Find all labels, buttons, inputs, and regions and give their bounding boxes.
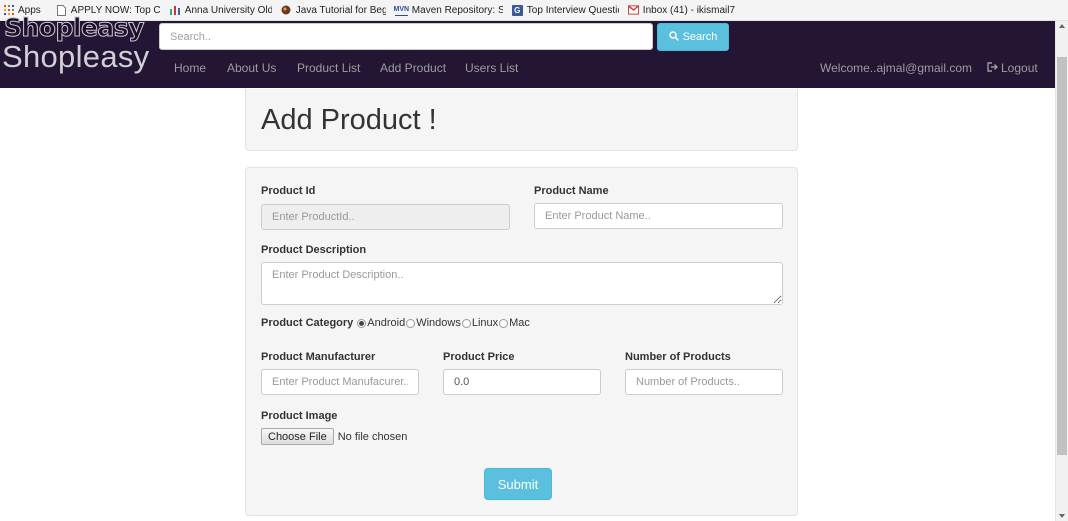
logout-icon (987, 61, 998, 75)
bookmark-anna-university[interactable]: Anna University Old U (167, 0, 278, 20)
radio-android[interactable] (357, 318, 367, 328)
search-button[interactable]: Search (657, 23, 729, 51)
page-title: Add Product ! (261, 104, 437, 136)
coffee-icon (281, 5, 292, 16)
logout-link[interactable]: Logout (987, 61, 1038, 75)
g-icon: G (511, 4, 523, 16)
product-category-group: Product Category Android Windows Linux M… (261, 317, 530, 329)
search-button-label: Search (682, 31, 718, 43)
product-manufacturer-field[interactable] (261, 369, 419, 395)
bars-icon (170, 5, 181, 16)
bookmarks-bar: Apps APPLY NOW: Top Cor Anna University … (0, 0, 1068, 21)
radio-windows[interactable] (406, 318, 416, 328)
product-id-label: Product Id (261, 185, 316, 197)
number-of-products-label: Number of Products (625, 351, 731, 363)
product-description-label: Product Description (261, 244, 367, 256)
search-icon (668, 30, 679, 44)
page-header: Add Product ! (245, 89, 798, 151)
navbar: Shopleasy Shopleasy Search Home About Us… (0, 13, 1055, 88)
logout-label: Logout (1001, 61, 1038, 75)
radio-linux[interactable] (461, 318, 471, 328)
bookmark-label: Maven Repository: Se (411, 4, 503, 16)
product-description-field[interactable] (261, 262, 783, 305)
choose-file-button[interactable]: Choose File (261, 428, 334, 445)
nav-link-product-list[interactable]: Product List (297, 61, 360, 75)
app-page: Shopleasy Shopleasy Search Home About Us… (0, 13, 1055, 521)
scrollbar-thumb[interactable] (1057, 57, 1067, 455)
product-name-label: Product Name (534, 185, 609, 197)
nav-link-about-us[interactable]: About Us (227, 61, 276, 75)
product-image-picker: Choose File No file chosen (261, 428, 407, 445)
bookmark-maven-repository[interactable]: MVN Maven Repository: Se (392, 0, 509, 20)
radio-mac-label: Mac (509, 317, 530, 329)
product-price-field[interactable] (443, 369, 601, 395)
page-scrollbar[interactable] (1055, 21, 1068, 521)
scroll-down-arrow-icon[interactable] (1059, 514, 1065, 518)
gmail-icon (627, 5, 639, 16)
product-id-field[interactable] (261, 204, 510, 230)
search-input[interactable] (159, 23, 653, 50)
brand-name[interactable]: Shopleasy (2, 39, 149, 75)
brand-logo[interactable]: Shopleasy (4, 13, 145, 43)
bookmark-label: Top Interview Questic (526, 4, 619, 16)
scroll-up-arrow-icon[interactable] (1059, 24, 1065, 28)
number-of-products-field[interactable] (625, 369, 783, 395)
mvn-icon: MVN (394, 5, 409, 16)
bookmark-label: Inbox (41) - ikismail7 (642, 4, 736, 16)
nav-link-users-list[interactable]: Users List (465, 61, 518, 75)
nav-link-home[interactable]: Home (174, 61, 206, 75)
radio-windows-label: Windows (416, 317, 461, 329)
radio-linux-label: Linux (471, 317, 499, 329)
bookmark-label: Java Tutorial for Begin (295, 4, 386, 16)
bookmark-label: Anna University Old U (184, 4, 272, 16)
add-product-form: Product Id Product Name Product Descript… (245, 167, 798, 516)
product-price-label: Product Price (443, 351, 515, 363)
product-image-label: Product Image (261, 410, 338, 422)
product-manufacturer-label: Product Manufacturer (261, 351, 376, 363)
radio-android-label: Android (367, 317, 406, 329)
welcome-user[interactable]: Welcome..ajmal@gmail.com (820, 61, 972, 75)
file-status: No file chosen (337, 430, 408, 443)
submit-button[interactable]: Submit (484, 468, 552, 500)
product-category-label: Product Category (261, 317, 354, 329)
bookmark-inbox[interactable]: Inbox (41) - ikismail7 (625, 0, 743, 20)
bookmark-java-tutorial[interactable]: Java Tutorial for Begin (278, 0, 392, 20)
product-name-field[interactable] (534, 203, 783, 229)
bookmark-top-interview[interactable]: G Top Interview Questic (509, 0, 625, 20)
nav-link-add-product[interactable]: Add Product (380, 61, 446, 75)
radio-mac[interactable] (499, 318, 509, 328)
